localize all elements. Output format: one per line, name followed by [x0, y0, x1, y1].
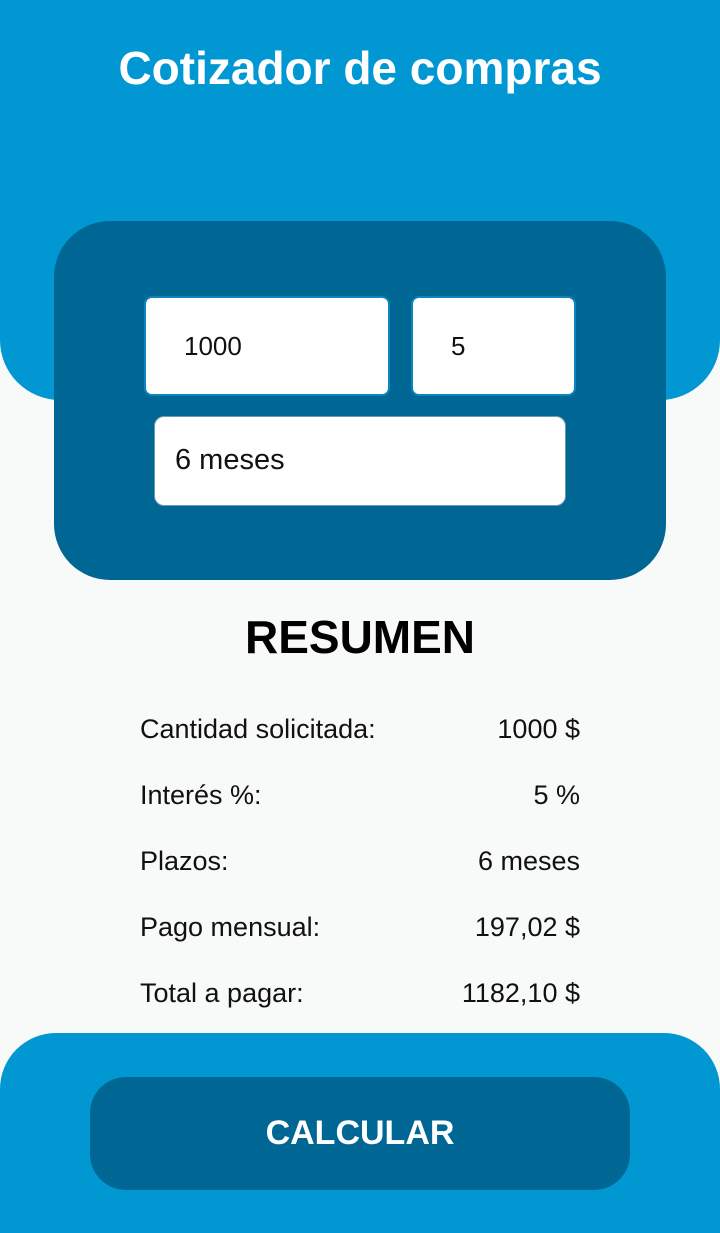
summary-row-requested-amount: Cantidad solicitada: 1000 $ [140, 696, 580, 762]
summary-title: RESUMEN [244, 611, 476, 663]
summary-value: 6 meses [477, 846, 580, 876]
summary-label: Plazos: [140, 846, 229, 876]
summary-label: Total a pagar: [140, 978, 304, 1008]
summary-label: Pago mensual: [140, 912, 321, 942]
summary-label: Interés %: [140, 780, 262, 810]
page-title: Cotizador de compras [118, 42, 602, 94]
summary-value: 1000 $ [497, 714, 580, 744]
interest-rate-input[interactable] [411, 296, 576, 396]
summary-row-monthly-payment: Pago mensual: 197,02 $ [140, 894, 580, 960]
summary-row-total: Total a pagar: 1182,10 $ [140, 960, 580, 1026]
summary-row-terms: Plazos: 6 meses [140, 828, 580, 894]
summary-value: 5 % [533, 780, 580, 810]
app-screen: Cotizador de compras 6 meses RESUMEN Can… [0, 0, 720, 1233]
summary-value: 1182,10 $ [461, 978, 580, 1008]
summary-label: Cantidad solicitada: [140, 714, 376, 744]
summary-row-interest: Interés %: 5 % [140, 762, 580, 828]
amount-input[interactable] [144, 296, 390, 396]
term-select[interactable]: 6 meses [154, 416, 566, 506]
summary-list: Cantidad solicitada: 1000 $ Interés %: 5… [140, 696, 580, 1026]
calculate-button[interactable]: CALCULAR [90, 1077, 630, 1190]
summary-value: 197,02 $ [474, 912, 580, 942]
quote-form-card: 6 meses [54, 221, 666, 580]
